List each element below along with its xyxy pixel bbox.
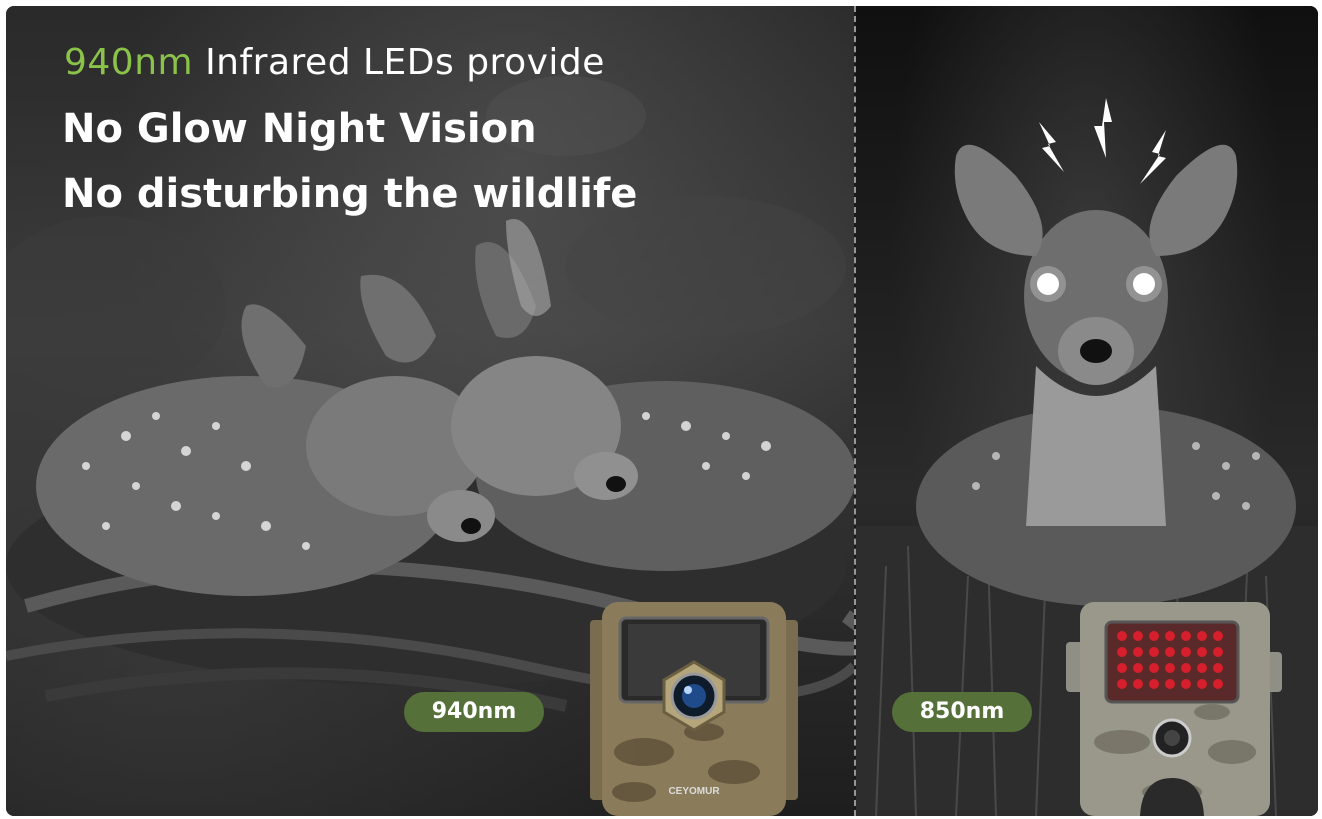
badge-850nm: 850nm [892,692,1032,732]
trail-camera-940nm: CEYOMUR [590,602,798,816]
badge-940nm: 940nm [404,692,544,732]
headline-wavelength: 940nm [64,42,194,83]
startle-lightning-icon [1039,98,1166,184]
comparison-image: CEYOMUR 940nm Infrared LEDs provide No G… [6,6,1318,816]
headline-intro: 940nm Infrared LEDs provide [64,42,605,83]
panel-divider [854,6,856,816]
trail-camera-850nm [1066,602,1282,816]
headline-no-disturb: No disturbing the wildlife [62,171,638,217]
camera-brand-left: CEYOMUR [668,786,720,797]
headline-intro-rest: Infrared LEDs provide [205,42,605,83]
headline-no-glow: No Glow Night Vision [62,106,537,152]
